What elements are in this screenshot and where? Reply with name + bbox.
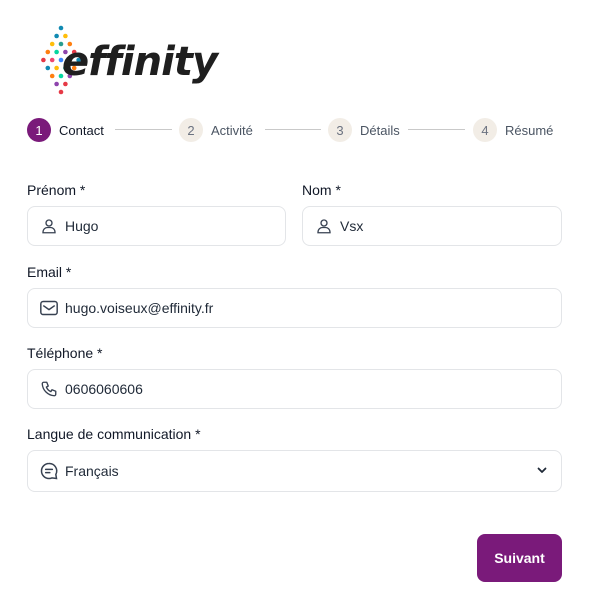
step-contact[interactable]: 1 Contact [27, 117, 104, 143]
step-label: Contact [59, 122, 104, 138]
first-name-label: Prénom * [27, 182, 86, 198]
user-icon [38, 215, 60, 237]
step-connector [265, 129, 321, 130]
language-label: Langue de communication * [27, 426, 201, 442]
last-name-field[interactable]: Vsx [302, 206, 562, 246]
logo-text: effinity [62, 39, 218, 85]
mail-icon [38, 297, 60, 319]
step-number: 2 [179, 118, 203, 142]
phone-label: Téléphone * [27, 345, 103, 361]
step-label: Détails [360, 122, 400, 138]
step-resume[interactable]: 4 Résumé [473, 117, 553, 143]
step-label: Résumé [505, 122, 554, 138]
step-activite[interactable]: 2 Activité [179, 117, 253, 143]
step-number: 3 [328, 118, 352, 142]
phone-value: 0606060606 [65, 381, 143, 397]
email-label: Email * [27, 264, 72, 280]
last-name-label: Nom * [302, 182, 341, 198]
language-select[interactable]: Français [27, 450, 562, 492]
language-value: Français [65, 463, 119, 479]
phone-field[interactable]: 0606060606 [27, 369, 562, 409]
email-field[interactable]: hugo.voiseux@effinity.fr [27, 288, 562, 328]
phone-icon [38, 378, 60, 400]
step-number: 1 [27, 118, 51, 142]
effinity-logo: effinity [26, 16, 218, 106]
progress-stepper: 1 Contact 2 Activité 3 Détails 4 Résumé [27, 117, 557, 143]
chat-icon [38, 460, 60, 482]
step-number: 4 [473, 118, 497, 142]
step-details[interactable]: 3 Détails [328, 117, 400, 143]
email-value: hugo.voiseux@effinity.fr [65, 300, 214, 316]
first-name-value: Hugo [65, 218, 99, 234]
user-icon [313, 215, 335, 237]
step-label: Activité [211, 122, 253, 138]
first-name-field[interactable]: Hugo [27, 206, 286, 246]
step-connector [408, 129, 465, 130]
last-name-value: Vsx [340, 218, 364, 234]
next-button[interactable]: Suivant [477, 534, 562, 582]
step-connector [115, 129, 172, 130]
chevron-down-icon[interactable] [535, 463, 549, 477]
